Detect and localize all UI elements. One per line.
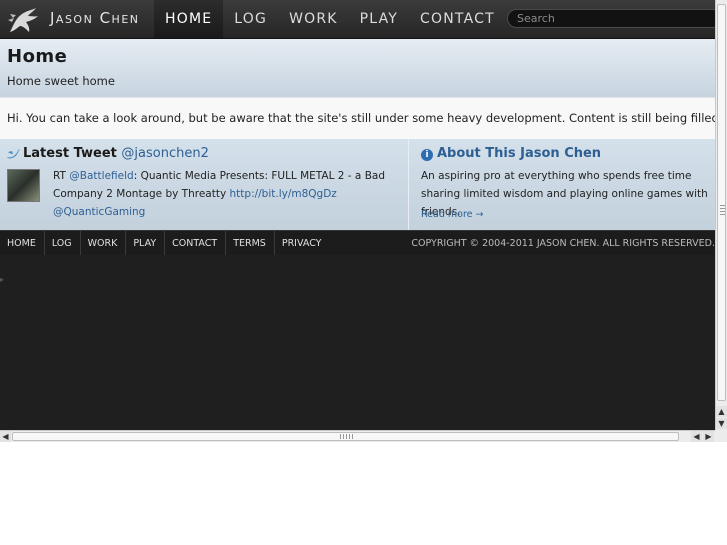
twitter-bird-icon: [7, 149, 20, 159]
main-nav: Home Log Work Play Contact: [154, 0, 506, 38]
notice-banner: Hi. You can take a look around, but be a…: [0, 97, 715, 140]
nav-log[interactable]: Log: [223, 0, 278, 38]
twitter-handle-link[interactable]: @jasonchen2: [121, 146, 208, 161]
site-brand[interactable]: Jason Chen: [50, 9, 140, 27]
tweet-heading: Latest Tweet @jasonchen2: [23, 146, 209, 161]
footer-link-contact[interactable]: CONTACT: [165, 231, 227, 256]
dragon-icon[interactable]: [6, 4, 40, 36]
footer-link-play[interactable]: PLAY: [126, 231, 166, 256]
nav-work[interactable]: Work: [278, 0, 349, 38]
nav-home[interactable]: Home: [154, 0, 224, 38]
read-more-link[interactable]: Read more →: [421, 209, 483, 220]
vertical-scroll-thumb[interactable]: [717, 4, 726, 401]
footer-link-terms[interactable]: TERMS: [226, 231, 275, 256]
mention-link[interactable]: @QuanticGaming: [53, 206, 145, 218]
scroll-up-icon[interactable]: ▲: [716, 406, 727, 417]
footer-link-home[interactable]: HOME: [0, 231, 45, 256]
footer-link-work[interactable]: WORK: [81, 231, 127, 256]
nav-contact[interactable]: Contact: [409, 0, 506, 38]
footer-link-log[interactable]: LOG: [45, 231, 81, 256]
about-heading[interactable]: About This Jason Chen: [437, 146, 601, 161]
notice-text: Hi. You can take a look around, but be a…: [7, 111, 715, 125]
copyright-text: COPYRIGHT © 2004-2011 JASON CHEN. ALL RI…: [411, 238, 715, 249]
top-navigation-bar: Jason Chen Home Log Work Play Contact: [0, 0, 715, 39]
horizontal-scrollbar[interactable]: ◀ ◀ ▶: [0, 430, 715, 442]
tweet-heading-label: Latest Tweet: [23, 146, 117, 161]
tweet-prefix: RT: [53, 170, 70, 182]
scroll-left-icon[interactable]: ◀: [0, 431, 11, 442]
horizontal-scroll-thumb[interactable]: [12, 432, 679, 441]
scroll-right-icon[interactable]: ▶: [703, 431, 714, 442]
scroll-down-icon[interactable]: ▼: [716, 418, 727, 429]
nav-play[interactable]: Play: [349, 0, 409, 38]
footer: HOME LOG WORK PLAY CONTACT TERMS PRIVACY…: [0, 230, 715, 256]
footer-link-privacy[interactable]: PRIVACY: [275, 231, 330, 256]
vertical-scrollbar[interactable]: ▲ ▼: [715, 0, 727, 430]
tweet-text: RT @Battlefield: Quantic Media Presents:…: [53, 167, 393, 221]
search-input[interactable]: [507, 9, 715, 28]
page-background: [0, 255, 715, 430]
info-icon: i: [421, 149, 433, 161]
scrollbar-corner: [715, 430, 727, 442]
scroll-left-icon[interactable]: ◀: [691, 431, 702, 442]
caret-marker: ▸: [0, 275, 5, 284]
grip-icon: [720, 205, 725, 215]
mention-link[interactable]: @Battlefield: [69, 170, 133, 182]
grip-icon: [340, 434, 354, 439]
browser-viewport: Jason Chen Home Log Work Play Contact Ho…: [0, 0, 715, 430]
page-title: Home: [7, 46, 68, 67]
content-columns: Latest Tweet @jasonchen2 RT @Battlefield…: [0, 139, 715, 230]
footer-nav: HOME LOG WORK PLAY CONTACT TERMS PRIVACY: [0, 231, 329, 256]
avatar[interactable]: [7, 169, 40, 202]
tweet-url-link[interactable]: http://bit.ly/m8QgDz: [230, 188, 337, 200]
column-divider: [408, 139, 409, 230]
page-header: Home Home sweet home: [0, 39, 715, 97]
page-subtitle: Home sweet home: [7, 74, 115, 88]
